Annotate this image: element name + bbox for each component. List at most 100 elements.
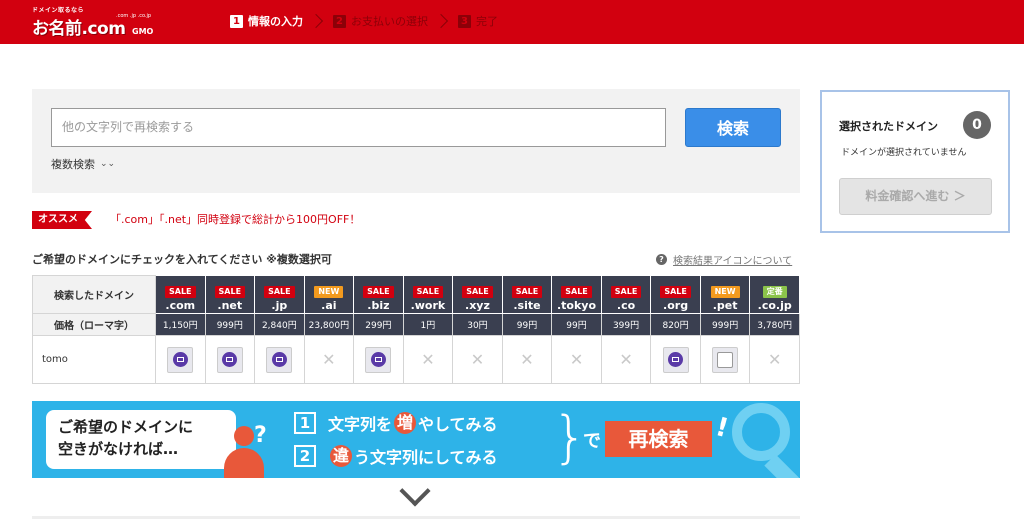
- multi-search-label: 複数検索: [51, 158, 95, 171]
- whois-mail-button[interactable]: [662, 346, 689, 373]
- mail-icon: [222, 352, 238, 367]
- tld-name: .org: [663, 299, 689, 312]
- selected-domains-empty: ドメインが選択されていません: [841, 148, 967, 158]
- selected-count-badge: 0: [963, 111, 991, 139]
- tld-header: SALE .biz: [353, 275, 404, 314]
- availability-cell[interactable]: [650, 335, 701, 384]
- tld-badge: SALE: [165, 286, 196, 298]
- tld-header: NEW .pet: [699, 275, 751, 314]
- chevron-right-icon: [308, 13, 324, 29]
- price-label: 価格（ローマ字）: [32, 313, 156, 336]
- progress-steps: 1 情報の入力 2 お支払いの選択 3 完了: [230, 11, 498, 31]
- availability-cell[interactable]: [353, 335, 404, 384]
- availability-cell: ✕: [551, 335, 602, 384]
- option-1-text-a: 文字列を: [328, 415, 393, 434]
- tld-header: NEW .ai: [303, 275, 355, 314]
- step-2-label: お支払いの選択: [351, 15, 428, 28]
- availability-cell[interactable]: [204, 335, 256, 384]
- banner-de: で: [583, 431, 601, 452]
- tld-header: SALE .site: [501, 275, 553, 314]
- price-row: 価格（ローマ字） 1,150円 999円 2,840円 23,800円 299円 1円 30…: [32, 313, 800, 336]
- availability-cell[interactable]: [155, 335, 206, 384]
- whois-mail-button[interactable]: [216, 346, 243, 373]
- tld-header: SALE .org: [650, 275, 701, 314]
- tld-price: 2,840円: [254, 313, 305, 336]
- tld-price: 23,800円: [303, 313, 355, 336]
- tld-badge: NEW: [314, 286, 344, 298]
- tld-name: .co: [616, 299, 636, 312]
- banner-exclamation: !: [712, 411, 732, 445]
- unavailable-x-icon: ✕: [421, 350, 435, 369]
- search-button[interactable]: 検索: [685, 108, 781, 147]
- tld-header: SALE .com: [155, 275, 206, 314]
- tld-price: 299円: [353, 313, 404, 336]
- search-input[interactable]: 他の文字列で再検索する: [51, 108, 666, 147]
- tld-price: 3,780円: [749, 313, 800, 336]
- unavailable-x-icon: ✕: [619, 350, 633, 369]
- option-1-highlight: 増: [394, 412, 417, 434]
- selection-instructions: ご希望のドメインにチェックを入れてください ※複数選択可: [32, 253, 332, 266]
- whois-mail-button[interactable]: [167, 346, 194, 373]
- tld-header: SALE .work: [402, 275, 454, 314]
- site-header: ドメイン取るなら お名前.com .com .jp .co.jp GMO 1 情…: [0, 0, 1024, 44]
- tld-price: 30円: [452, 313, 503, 336]
- tld-badge: SALE: [511, 286, 543, 298]
- option-1-number: 1: [294, 412, 316, 434]
- icon-help-label: 検索結果アイコンについて: [673, 256, 793, 267]
- tld-header: 定番 .co.jp: [749, 275, 800, 314]
- query-name: tomo: [32, 335, 156, 384]
- availability-cell[interactable]: [254, 335, 305, 384]
- availability-cell[interactable]: [699, 335, 751, 384]
- tld-name: .site: [513, 299, 541, 312]
- step-3: 3 完了: [458, 13, 498, 29]
- multi-search-toggle[interactable]: 複数検索 ⌄⌄: [51, 156, 115, 172]
- unavailable-x-icon: ✕: [767, 350, 782, 369]
- tld-header: SALE .xyz: [452, 275, 503, 314]
- tld-name: .biz: [367, 299, 390, 312]
- tld-header: SALE .tokyo: [551, 275, 602, 314]
- tld-name: .pet: [712, 299, 738, 312]
- price-confirm-button[interactable]: 料金確認へ進む ＞: [839, 178, 992, 215]
- unavailable-x-icon: ✕: [322, 350, 336, 369]
- question-icon: ?: [656, 254, 667, 265]
- whois-mail-button[interactable]: [266, 346, 293, 373]
- option-2-text-b: う文字列にしてみる: [354, 448, 498, 467]
- unavailable-x-icon: ✕: [470, 350, 485, 369]
- step-1-number: 1: [230, 14, 243, 28]
- whois-mail-button[interactable]: [365, 346, 392, 373]
- step-3-label: 完了: [476, 15, 498, 28]
- banner-option-2: 2 違 う文字列にしてみる: [294, 444, 498, 468]
- tld-price: 99円: [551, 313, 602, 336]
- tld-name: .net: [217, 299, 243, 312]
- domain-checkbox[interactable]: [712, 346, 739, 373]
- unavailable-x-icon: ✕: [569, 350, 584, 369]
- banner-option-1: 1 文字列を 増 やしてみる: [294, 411, 498, 435]
- tld-name: .jp: [271, 299, 288, 312]
- tld-price: 1,150円: [155, 313, 206, 336]
- tld-name: .xyz: [465, 299, 490, 312]
- icon-help-link[interactable]: ? 検索結果アイコンについて: [656, 252, 792, 267]
- selected-domains-panel: 選択されたドメイン 0 ドメインが選択されていません 料金確認へ進む ＞: [820, 90, 1010, 233]
- tld-price: 820円: [650, 313, 701, 336]
- chevron-down-icon[interactable]: [399, 475, 431, 507]
- tld-header: SALE .jp: [254, 275, 305, 314]
- step-3-number: 3: [458, 14, 471, 28]
- mail-icon: [172, 352, 188, 367]
- onamae-logo[interactable]: ドメイン取るなら お名前.com .com .jp .co.jp GMO: [32, 5, 172, 39]
- availability-cell: ✕: [501, 335, 553, 384]
- mail-icon: [271, 352, 287, 367]
- availability-cell: ✕: [402, 335, 454, 384]
- double-chevron-down-icon: ⌄⌄: [100, 159, 116, 169]
- research-banner[interactable]: ご希望のドメインに 空きがなければ… ? 1 文字列を 増 やしてみる 2 違 …: [32, 401, 800, 478]
- tld-badge: NEW: [710, 286, 740, 298]
- tld-price: 999円: [204, 313, 256, 336]
- banner-question-mark: ?: [254, 423, 267, 448]
- banner-line2: 空きがなければ…: [58, 440, 179, 458]
- tld-badge: SALE: [660, 286, 691, 298]
- step-1: 1 情報の入力: [230, 13, 303, 29]
- option-1-text-b: やしてみる: [418, 415, 498, 434]
- tld-header: SALE .net: [204, 275, 256, 314]
- domain-results-table: 検索したドメイン SALE .com SALE .net SALE .jp NEW .ai SA…: [32, 275, 800, 384]
- banner-speech-bubble: ご希望のドメインに 空きがなければ…: [46, 410, 236, 469]
- logo-name: お名前.com: [32, 19, 126, 39]
